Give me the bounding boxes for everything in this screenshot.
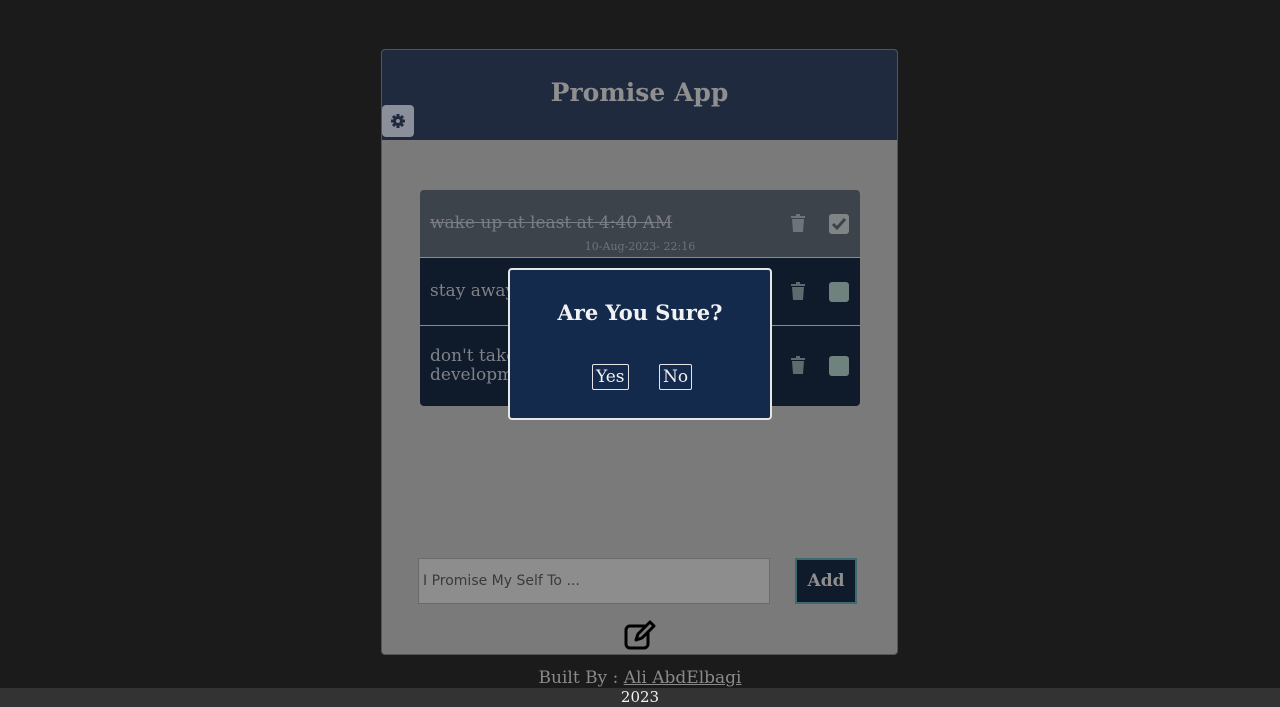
edit-icon[interactable] (624, 620, 656, 652)
footer-year: 2023 (620, 688, 660, 706)
built-by: Built By : Ali AbdElbagi (0, 668, 1280, 688)
confirm-dialog: Are You Sure? Yes No (508, 268, 772, 420)
app-header: Promise App (382, 50, 897, 140)
gear-icon (391, 114, 405, 128)
trash-icon[interactable] (790, 214, 806, 232)
promise-date: 10-Aug-2023- 22:16 (584, 240, 696, 253)
check-icon (831, 218, 847, 231)
promise-input[interactable] (418, 558, 770, 604)
author-link[interactable]: Ali AbdElbagi (624, 668, 742, 688)
trash-icon[interactable] (790, 356, 806, 374)
dialog-title: Are You Sure? (557, 300, 723, 325)
promise-text: don't take developm (430, 347, 516, 385)
checkbox[interactable] (829, 282, 849, 302)
settings-button[interactable] (382, 105, 414, 137)
checkbox-checked[interactable] (829, 214, 849, 234)
trash-icon[interactable] (790, 282, 806, 300)
yes-button[interactable]: Yes (592, 364, 629, 390)
add-button[interactable]: Add (795, 558, 857, 604)
promise-text-line: don't take (430, 346, 517, 366)
built-by-label: Built By : (538, 668, 624, 688)
checkbox[interactable] (829, 356, 849, 376)
app-title: Promise App (550, 78, 729, 107)
promise-text: wake up at least at 4:40 AM (430, 213, 673, 233)
no-button[interactable]: No (659, 364, 693, 390)
promise-item: wake up at least at 4:40 AM 10-Aug-2023-… (420, 190, 860, 258)
promise-text: stay away (430, 281, 516, 301)
promise-text-line: developm (430, 365, 514, 385)
